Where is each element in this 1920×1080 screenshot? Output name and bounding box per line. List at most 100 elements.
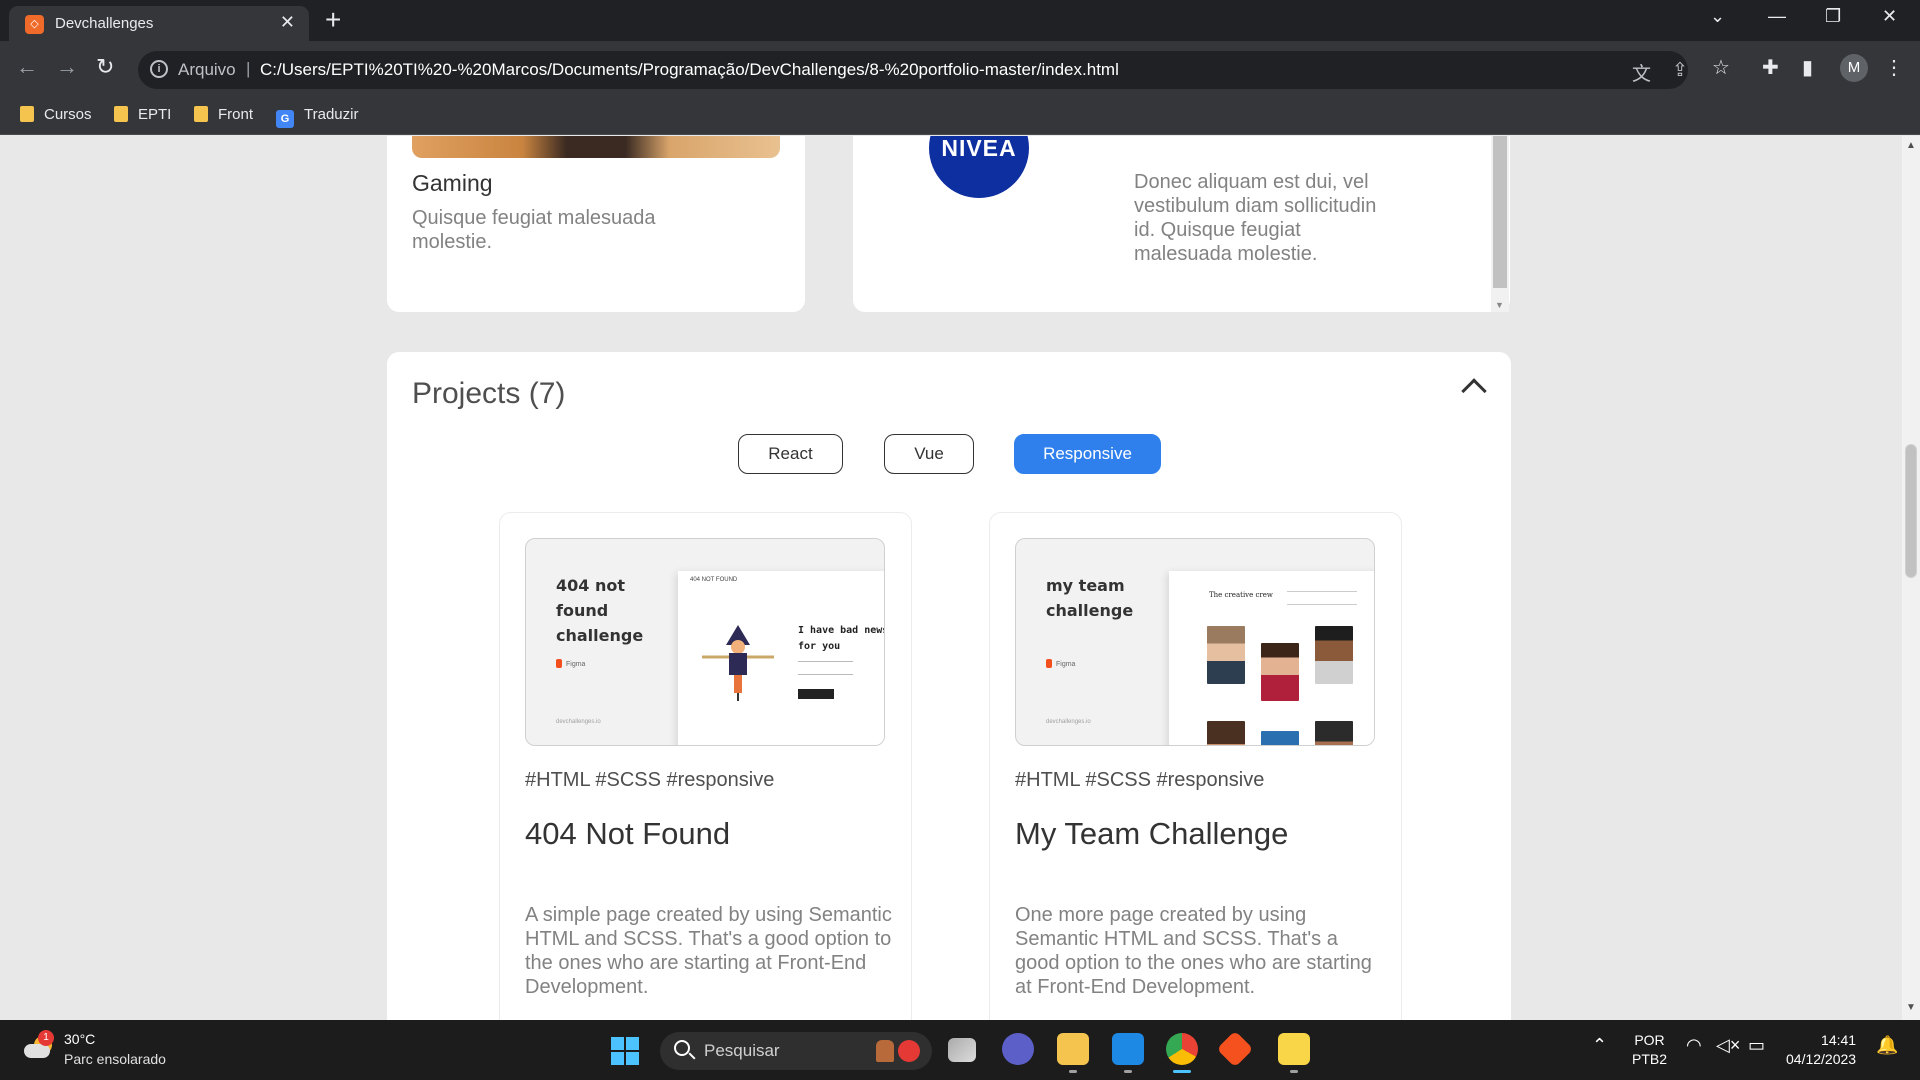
hobby-title: Gaming bbox=[412, 170, 493, 196]
thumbnail-title: my team challenge bbox=[1046, 576, 1134, 620]
windows-start-icon[interactable] bbox=[611, 1037, 639, 1065]
filter-responsive-button[interactable]: Responsive bbox=[1014, 434, 1161, 474]
ornament-icon bbox=[898, 1040, 920, 1062]
teams-chat-icon[interactable] bbox=[1002, 1033, 1034, 1065]
profile-avatar[interactable]: M bbox=[1840, 54, 1868, 82]
project-thumbnail[interactable]: 404 not found challenge Figma devchallen… bbox=[525, 538, 885, 746]
projects-heading: Projects (7) bbox=[412, 377, 566, 410]
devchallenges-favicon: ◇ bbox=[25, 15, 44, 34]
folder-icon bbox=[114, 106, 128, 122]
sidebar-icon[interactable]: ▮ bbox=[1802, 55, 1813, 80]
thumbnail-title: 404 not found challenge bbox=[556, 576, 644, 645]
experience-scrollbar[interactable]: ▼ bbox=[1491, 136, 1509, 312]
star-icon[interactable]: ☆ bbox=[1712, 55, 1730, 80]
weather-icon[interactable]: 1 bbox=[24, 1030, 54, 1060]
app-icon[interactable] bbox=[1278, 1033, 1310, 1073]
browser-toolbar: ← → ↻ i Arquivo | C:/Users/EPTI%20TI%20-… bbox=[0, 41, 1920, 97]
projects-section: Projects (7) React Vue Responsive 404 no… bbox=[387, 352, 1511, 1020]
filter-react-button[interactable]: React bbox=[738, 434, 843, 474]
thumbnail-footer: devchallenges.io bbox=[556, 719, 601, 725]
battery-icon[interactable]: ▭ bbox=[1748, 1035, 1765, 1056]
hobby-description: Quisque feugiat malesuada molestie. bbox=[412, 207, 656, 253]
screenshot-header: The creative crew bbox=[1209, 591, 1273, 599]
page-scrollbar[interactable]: ▲ ▼ bbox=[1902, 136, 1920, 1020]
scroll-down-arrow-icon[interactable]: ▼ bbox=[1495, 300, 1504, 310]
clock-time: 14:41 bbox=[1821, 1032, 1857, 1048]
search-placeholder: Pesquisar bbox=[704, 1041, 780, 1060]
bookmark-folder-epti[interactable]: EPTI bbox=[114, 106, 171, 123]
git-icon[interactable] bbox=[1216, 1030, 1254, 1068]
menu-dots-icon[interactable]: ⋮ bbox=[1884, 55, 1904, 80]
taskbar-search-box[interactable]: Pesquisar bbox=[660, 1032, 932, 1070]
scroll-up-arrow-icon[interactable]: ▲ bbox=[1906, 140, 1916, 151]
project-description: One more page created by using Semantic … bbox=[1015, 904, 1372, 998]
address-bar[interactable]: i Arquivo | C:/Users/EPTI%20TI%20-%20Mar… bbox=[138, 51, 1688, 89]
browser-tab-active[interactable]: ◇ Devchallenges ✕ bbox=[9, 6, 309, 41]
project-card: my team challenge Figma devchallenges.io… bbox=[989, 512, 1402, 1020]
team-photo bbox=[1207, 626, 1245, 684]
scroll-down-arrow-icon[interactable]: ▼ bbox=[1906, 1002, 1916, 1013]
tab-title: Devchallenges bbox=[55, 15, 154, 32]
team-photo bbox=[1315, 626, 1353, 684]
back-arrow-icon[interactable]: ← bbox=[16, 55, 38, 79]
bookmark-folder-front[interactable]: Front bbox=[194, 106, 253, 123]
minimize-button[interactable]: — bbox=[1768, 6, 1786, 27]
bookmark-folder-cursos[interactable]: Cursos bbox=[20, 106, 92, 123]
close-tab-icon[interactable]: ✕ bbox=[280, 12, 295, 33]
figma-icon bbox=[1046, 659, 1052, 668]
page-scroll-thumb[interactable] bbox=[1905, 444, 1917, 578]
info-icon[interactable]: i bbox=[150, 60, 168, 78]
language-indicator[interactable]: POR PTB2 bbox=[1632, 1031, 1667, 1069]
weather-temperature[interactable]: 30°C bbox=[64, 1031, 95, 1047]
new-tab-button[interactable]: + bbox=[325, 6, 341, 34]
task-view-icon[interactable] bbox=[948, 1038, 976, 1062]
filter-vue-button[interactable]: Vue bbox=[884, 434, 974, 474]
bookmark-traduzir[interactable]: G Traduzir bbox=[276, 106, 358, 128]
chrome-icon[interactable] bbox=[1166, 1033, 1198, 1073]
project-tags: #HTML #SCSS #responsive bbox=[525, 769, 775, 791]
team-photo bbox=[1207, 721, 1245, 745]
thumbnail-figma-label: Figma bbox=[1046, 659, 1075, 668]
wifi-icon[interactable]: ◠ bbox=[1686, 1035, 1702, 1056]
experience-description: Donec aliquam est dui, vel vestibulum di… bbox=[1134, 171, 1377, 265]
team-photo bbox=[1315, 721, 1353, 745]
translate-icon[interactable]: 文 bbox=[1632, 59, 1651, 86]
bookmarks-bar: Cursos EPTI Front G Traduzir bbox=[0, 97, 1920, 135]
volume-muted-icon[interactable]: ◁× bbox=[1716, 1035, 1740, 1056]
folder-icon bbox=[194, 106, 208, 122]
notification-bell-icon[interactable]: 🔔 bbox=[1876, 1035, 1898, 1056]
reload-icon[interactable]: ↻ bbox=[96, 55, 114, 79]
vscode-icon[interactable] bbox=[1112, 1033, 1144, 1073]
search-icon bbox=[674, 1040, 690, 1056]
scarecrow-illustration bbox=[702, 625, 774, 701]
screenshot-text-lines bbox=[798, 661, 853, 675]
weather-description[interactable]: Parc ensolarado bbox=[64, 1051, 166, 1067]
file-explorer-icon[interactable] bbox=[1057, 1033, 1089, 1073]
figma-icon bbox=[556, 659, 562, 668]
chevron-up-icon[interactable] bbox=[1461, 378, 1487, 404]
thumbnail-screenshot: 404 NOT FOUND I have bad news for you bbox=[678, 571, 884, 745]
url-text[interactable]: C:/Users/EPTI%20TI%20-%20Marcos/Document… bbox=[260, 60, 1119, 80]
project-description: A simple page created by using Semantic … bbox=[525, 904, 892, 998]
extensions-icon[interactable]: ✚ bbox=[1762, 55, 1779, 80]
google-translate-icon: G bbox=[276, 110, 294, 128]
gaming-image bbox=[412, 136, 780, 158]
project-thumbnail[interactable]: my team challenge Figma devchallenges.io… bbox=[1015, 538, 1375, 746]
team-photo bbox=[1261, 643, 1299, 701]
screenshot-button bbox=[798, 689, 834, 699]
share-icon[interactable]: ⇪ bbox=[1672, 59, 1688, 82]
close-window-button[interactable]: ✕ bbox=[1882, 6, 1897, 27]
tab-search-chevron-icon[interactable]: ⌄ bbox=[1710, 6, 1725, 27]
restore-button[interactable]: ❐ bbox=[1825, 6, 1841, 27]
team-photo bbox=[1261, 731, 1299, 745]
thumbnail-screenshot: The creative crew bbox=[1169, 571, 1374, 745]
experience-scroll-thumb[interactable] bbox=[1493, 136, 1507, 288]
system-clock[interactable]: 14:41 04/12/2023 bbox=[1786, 1031, 1856, 1069]
forward-arrow-icon[interactable]: → bbox=[56, 55, 78, 79]
thumbnail-figma-label: Figma bbox=[556, 659, 585, 668]
file-scheme-label: Arquivo bbox=[178, 60, 236, 79]
gingerbread-icon bbox=[876, 1040, 894, 1062]
chevron-up-icon[interactable]: ⌃ bbox=[1592, 1035, 1607, 1056]
thumbnail-footer: devchallenges.io bbox=[1046, 719, 1091, 725]
folder-icon bbox=[20, 106, 34, 122]
